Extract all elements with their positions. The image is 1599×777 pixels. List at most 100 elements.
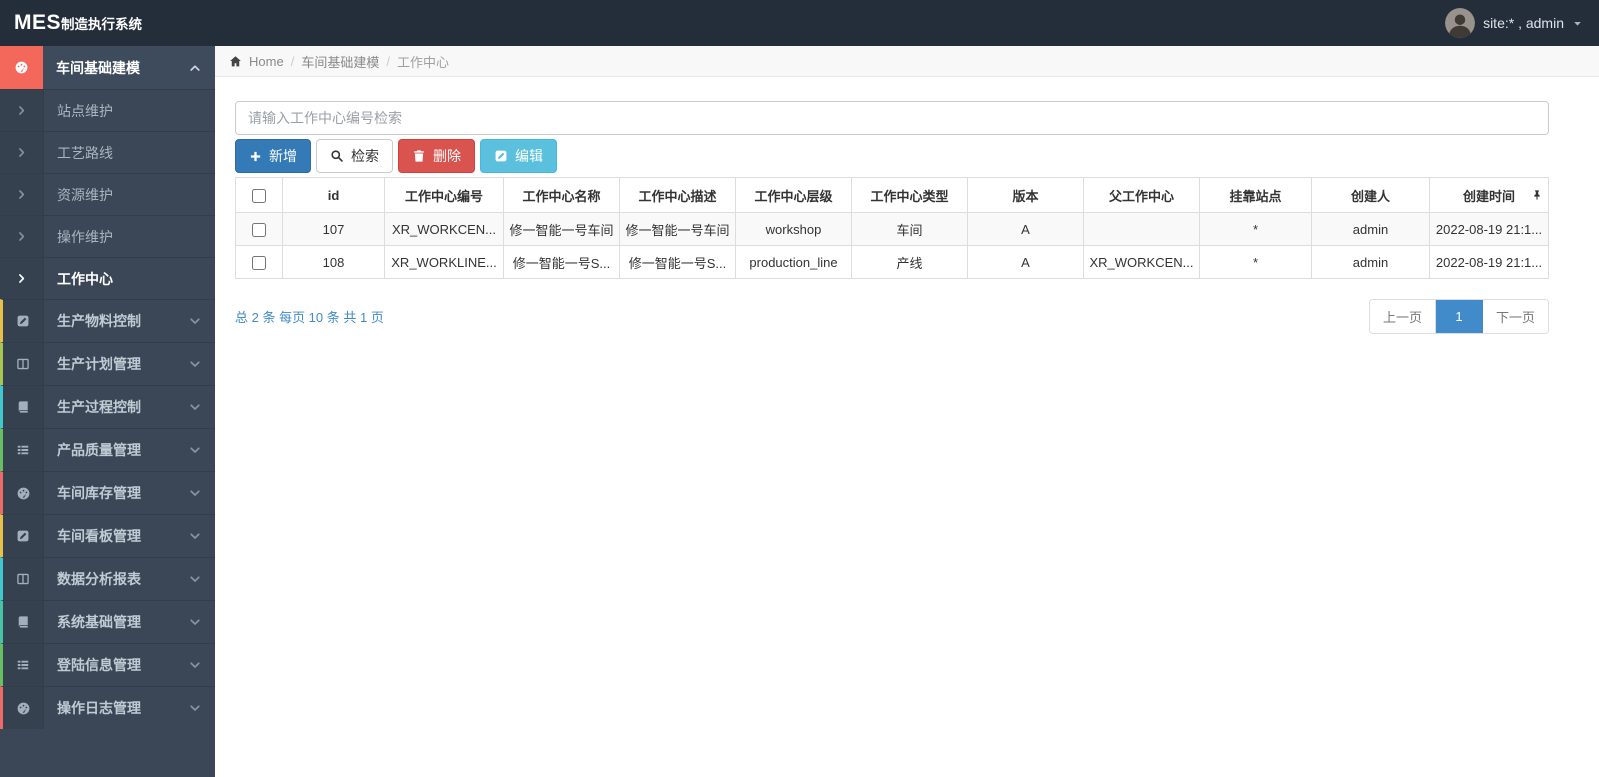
table-row[interactable]: 107 XR_WORKCEN... 修一智能一号车间 修一智能一号车间 workshop…: [235, 212, 1549, 246]
chevron-up-icon: [189, 62, 201, 74]
column-header[interactable]: 工作中心层级: [735, 177, 852, 213]
table-cell: 2022-08-19 21:1...: [1429, 212, 1549, 246]
mes-app: MES 制造执行系统 site:* , admin 车间基础建模 站点维护 工艺…: [0, 0, 1599, 777]
column-header[interactable]: 工作中心描述: [619, 177, 736, 213]
search-button[interactable]: 检索: [316, 139, 393, 173]
sidebar-group-label: 车间库存管理: [57, 485, 141, 501]
select-all-header: [235, 177, 283, 213]
sidebar-group[interactable]: 系统基础管理: [0, 600, 215, 643]
sidebar-subitem[interactable]: 工艺路线: [0, 131, 215, 173]
chevron-down-icon: [189, 616, 201, 628]
chevron-right-icon: [16, 273, 27, 284]
sidebar-group-label: 系统基础管理: [57, 614, 141, 630]
sidebar-group-label: 产品质量管理: [57, 442, 141, 458]
toolbar: 新增 检索 删除 编辑: [235, 139, 1549, 173]
breadcrumb: Home / 车间基础建模 / 工作中心: [215, 46, 1599, 77]
row-checkbox[interactable]: [252, 255, 266, 270]
row-select-cell: [235, 245, 283, 279]
home-icon: [229, 55, 242, 68]
sidebar-group[interactable]: 产品质量管理: [0, 428, 215, 471]
edit-icon: [16, 314, 30, 328]
chevron-down-icon: [189, 444, 201, 456]
edit-icon: [494, 149, 508, 163]
edit-icon: [16, 529, 30, 543]
list-icon: [16, 443, 30, 457]
chevron-down-icon: [189, 530, 201, 542]
table-cell: admin: [1311, 245, 1430, 279]
sidebar-subitem-label: 站点维护: [43, 90, 215, 131]
user-menu[interactable]: site:* , admin: [1445, 8, 1583, 38]
column-header[interactable]: 工作中心编号: [384, 177, 504, 213]
table-cell: 修一智能一号S...: [619, 245, 736, 279]
sidebar-subitem[interactable]: 操作维护: [0, 215, 215, 257]
table-cell: 修一智能一号S...: [503, 245, 620, 279]
select-all-checkbox[interactable]: [252, 188, 266, 203]
column-header[interactable]: 创建时间: [1429, 177, 1549, 213]
delete-button[interactable]: 删除: [398, 139, 475, 173]
breadcrumb-separator: /: [290, 53, 295, 69]
search-input[interactable]: [235, 101, 1549, 135]
edit-button[interactable]: 编辑: [480, 139, 557, 173]
table-cell: 2022-08-19 21:1...: [1429, 245, 1549, 279]
column-header[interactable]: 挂靠站点: [1199, 177, 1312, 213]
table-cell: 107: [282, 212, 385, 246]
next-page-button[interactable]: 下一页: [1482, 300, 1548, 333]
brand-bold: MES: [14, 11, 62, 34]
sidebar-group[interactable]: 登陆信息管理: [0, 643, 215, 686]
breadcrumb-separator: /: [386, 53, 390, 69]
column-header[interactable]: 版本: [967, 177, 1084, 213]
prev-page-button[interactable]: 上一页: [1369, 300, 1436, 333]
table-cell: 修一智能一号车间: [619, 212, 736, 246]
chevron-down-icon: [189, 487, 201, 499]
app-logo[interactable]: MES 制造执行系统: [14, 11, 142, 35]
column-header[interactable]: 工作中心名称: [503, 177, 620, 213]
row-checkbox[interactable]: [252, 222, 266, 237]
sidebar-group[interactable]: 操作日志管理: [0, 686, 215, 729]
chevron-right-icon: [16, 189, 27, 200]
table-cell: XR_WORKLINE...: [384, 245, 504, 279]
plus-icon: [249, 150, 262, 163]
pagination-summary: 总 2 条 每页 10 条 共 1 页: [235, 310, 384, 325]
sidebar-group-label: 登陆信息管理: [57, 657, 141, 673]
sidebar-subitem-label: 操作维护: [43, 216, 215, 257]
columns-icon: [16, 357, 30, 371]
table-cell: admin: [1311, 212, 1430, 246]
sidebar-subitem[interactable]: 工作中心: [0, 257, 215, 299]
table-cell: *: [1199, 212, 1312, 246]
brand-rest: 制造执行系统: [61, 17, 143, 32]
columns-icon: [16, 572, 30, 586]
sidebar-subitem[interactable]: 站点维护: [0, 89, 215, 131]
sidebar-group[interactable]: 生产物料控制: [0, 299, 215, 342]
table-header-row: id 工作中心编号 工作中心名称 工作中心描述 工作中心层级 工作中心类型 版本 父工作中心挂…: [235, 177, 1549, 213]
table-cell: XR_WORKCEN...: [384, 212, 504, 246]
sidebar-group[interactable]: 车间看板管理: [0, 514, 215, 557]
sidebar-group-active-label: 车间基础建模: [56, 59, 140, 76]
list-icon: [16, 658, 30, 672]
column-header[interactable]: 工作中心类型: [851, 177, 968, 213]
breadcrumb-item[interactable]: 车间基础建模: [301, 52, 379, 71]
sidebar-submenu: 站点维护 工艺路线 资源维护 操作维护 工作中心: [0, 89, 215, 299]
sidebar-group[interactable]: 车间库存管理: [0, 471, 215, 514]
pin-icon[interactable]: [1531, 189, 1543, 201]
sidebar-group-active[interactable]: 车间基础建模: [0, 46, 215, 89]
breadcrumb-home[interactable]: Home: [249, 54, 284, 69]
book-icon: [16, 615, 30, 629]
caret-down-icon: [1572, 18, 1583, 29]
add-button[interactable]: 新增: [235, 139, 311, 173]
table-cell: [1083, 212, 1200, 246]
column-header[interactable]: id: [282, 177, 385, 213]
chevron-down-icon: [189, 401, 201, 413]
trash-icon: [412, 149, 426, 163]
sidebar-subitem[interactable]: 资源维护: [0, 173, 215, 215]
page-1-button[interactable]: 1: [1435, 300, 1483, 333]
column-header[interactable]: 父工作中心: [1083, 177, 1200, 213]
chevron-down-icon: [189, 659, 201, 671]
table-row[interactable]: 108 XR_WORKLINE... 修一智能一号S... 修一智能一号S... pro…: [235, 245, 1549, 279]
search-icon: [330, 149, 344, 163]
sidebar-group[interactable]: 生产过程控制: [0, 385, 215, 428]
sidebar-group[interactable]: 数据分析报表: [0, 557, 215, 600]
sidebar-group[interactable]: 生产计划管理: [0, 342, 215, 385]
column-header[interactable]: 创建人: [1311, 177, 1430, 213]
chevron-down-icon: [189, 315, 201, 327]
table-cell: 修一智能一号车间: [503, 212, 620, 246]
